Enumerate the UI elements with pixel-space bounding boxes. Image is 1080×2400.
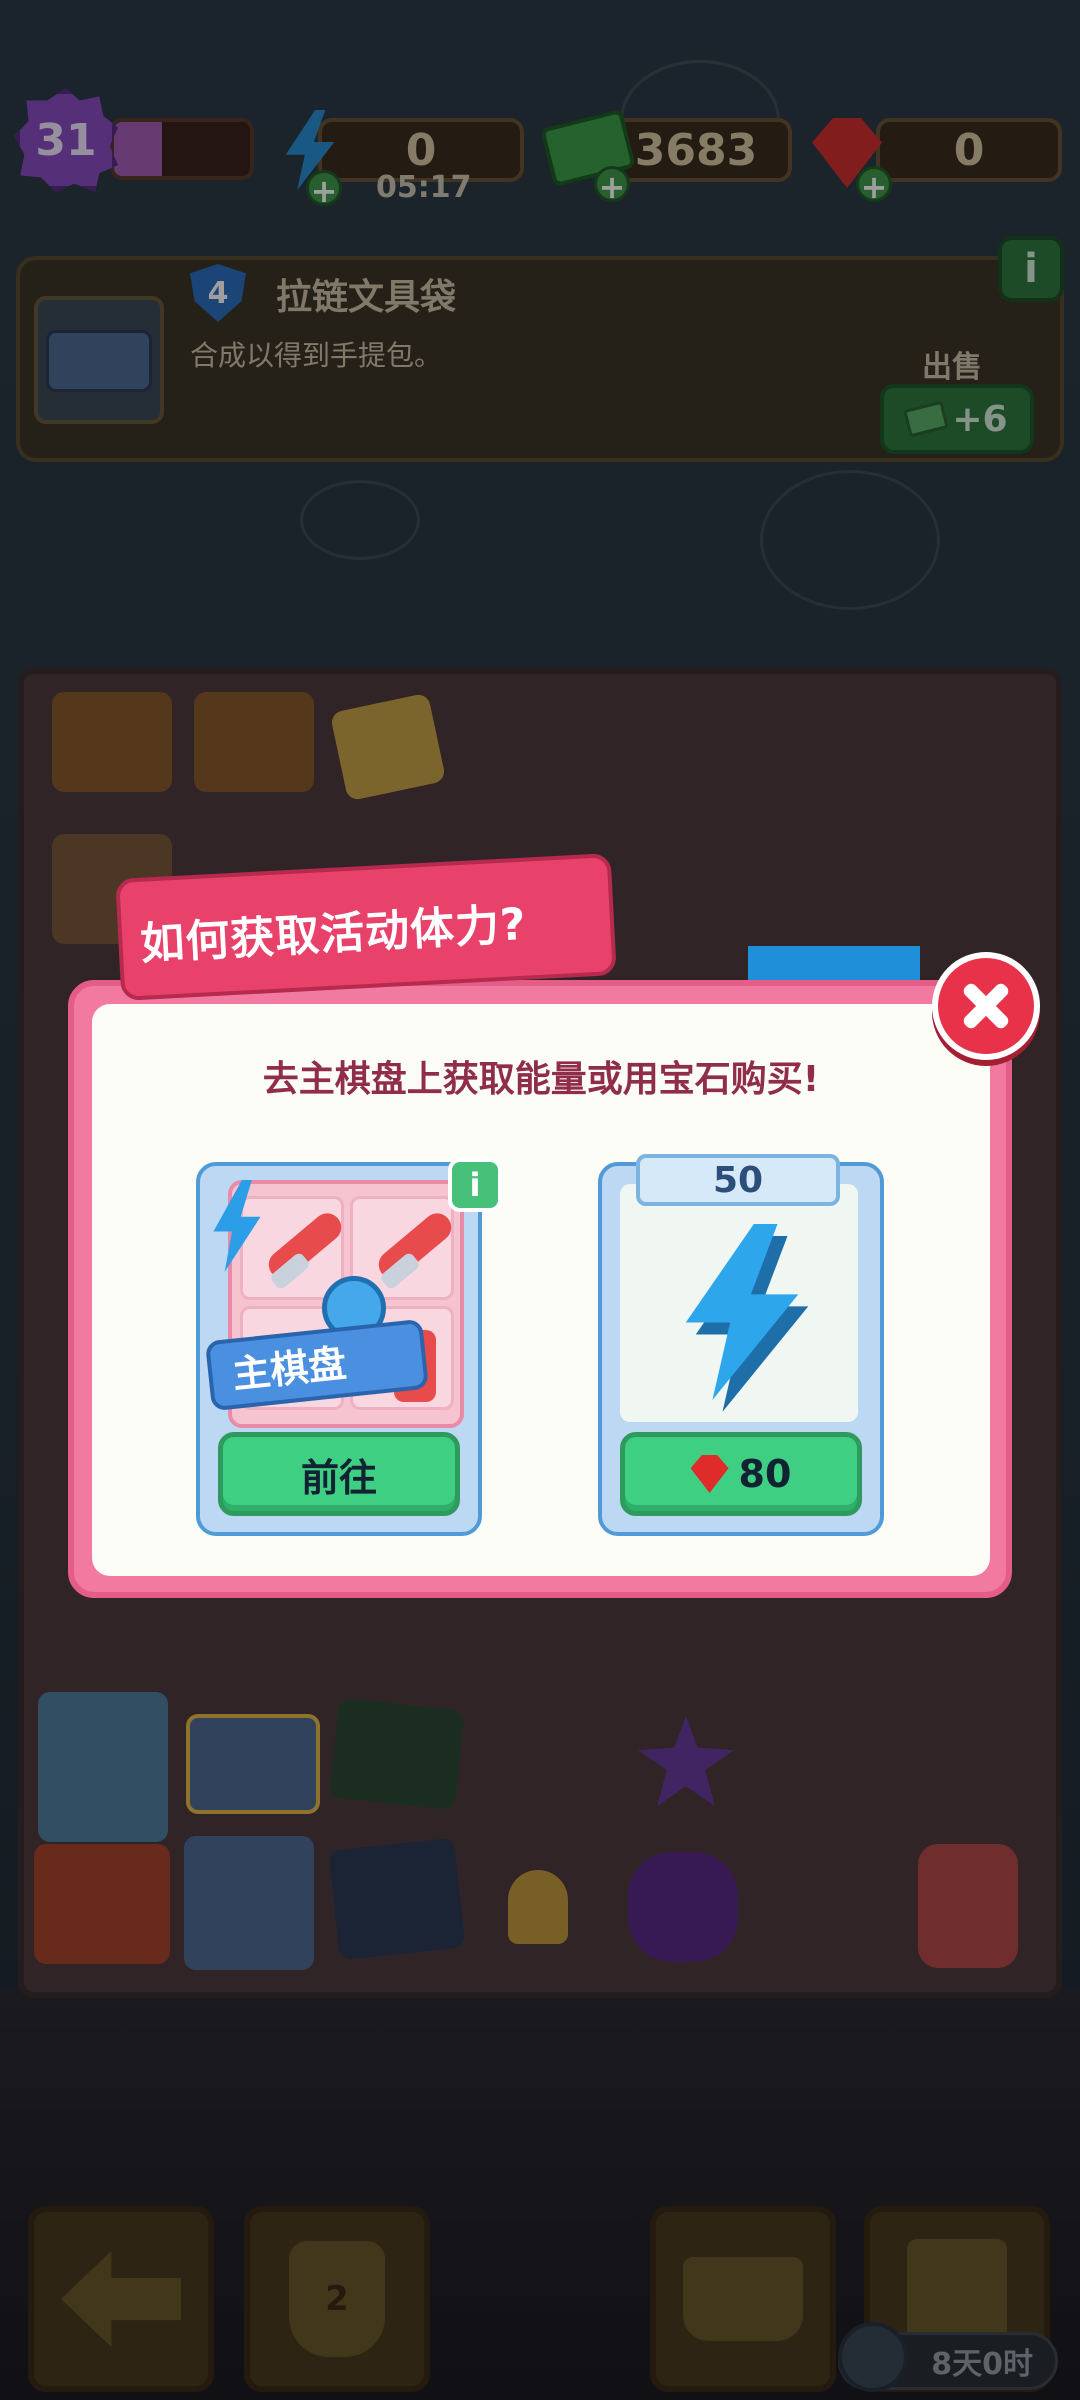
info-icon: i — [469, 1166, 481, 1204]
buy-energy-button[interactable]: 80 — [620, 1432, 862, 1516]
close-icon — [958, 978, 1014, 1034]
go-button-label: 前往 — [300, 1455, 377, 1500]
go-to-main-board-button[interactable]: 前往 — [218, 1432, 460, 1516]
energy-amount: 50 — [712, 1159, 764, 1201]
energy-amount-banner: 50 — [636, 1154, 840, 1206]
close-button[interactable] — [932, 952, 1040, 1060]
gem-icon — [690, 1455, 729, 1493]
buy-price: 80 — [738, 1452, 792, 1496]
main-board-info-button[interactable]: i — [448, 1158, 502, 1212]
dialog-subtitle: 去主棋盘上获取能量或用宝石购买! — [262, 1059, 820, 1100]
